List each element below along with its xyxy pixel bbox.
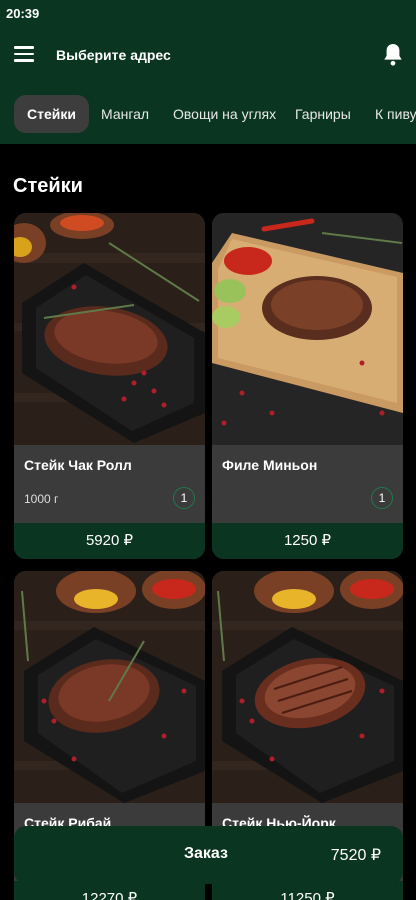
- steak-photo: [14, 213, 205, 445]
- price-button[interactable]: 1250 ₽: [212, 523, 403, 559]
- app-header: Выберите адрес: [0, 28, 416, 86]
- product-name: Стейк Чак Ролл: [24, 457, 132, 473]
- order-label: Заказ: [184, 845, 228, 862]
- product-weight: 1000 г: [24, 492, 59, 506]
- tab-grill[interactable]: Мангал: [88, 95, 162, 133]
- section-title: Стейки: [13, 175, 83, 197]
- quantity-badge[interactable]: 1: [371, 487, 393, 509]
- tab-steaks[interactable]: Стейки: [14, 95, 89, 133]
- order-total: 7520 ₽: [330, 847, 381, 864]
- status-bar: 20:39: [0, 0, 416, 28]
- product-card[interactable]: Филе Миньон 1 1250 ₽: [212, 213, 403, 559]
- quantity-badge[interactable]: 1: [173, 487, 195, 509]
- category-tabs: Стейки Мангал Овощи на углях Гарниры К п…: [0, 86, 416, 144]
- bell-icon[interactable]: [382, 42, 404, 68]
- price-button[interactable]: 5920 ₽: [14, 523, 205, 559]
- tab-beer-snacks[interactable]: К пиву: [362, 95, 416, 133]
- steak-photo: [212, 213, 403, 445]
- menu-icon[interactable]: [14, 46, 34, 62]
- product-name: Филе Миньон: [222, 457, 318, 473]
- address-selector[interactable]: Выберите адрес: [56, 47, 171, 63]
- product-card[interactable]: Стейк Чак Ролл 1000 г 1 5920 ₽: [14, 213, 205, 559]
- tab-grilled-vegetables[interactable]: Овощи на углях: [160, 95, 289, 133]
- tab-sides[interactable]: Гарниры: [282, 95, 364, 133]
- status-time: 20:39: [6, 6, 40, 21]
- steak-photo: [14, 571, 205, 803]
- order-button[interactable]: Заказ 7520 ₽: [14, 826, 403, 884]
- steak-photo: [212, 571, 403, 803]
